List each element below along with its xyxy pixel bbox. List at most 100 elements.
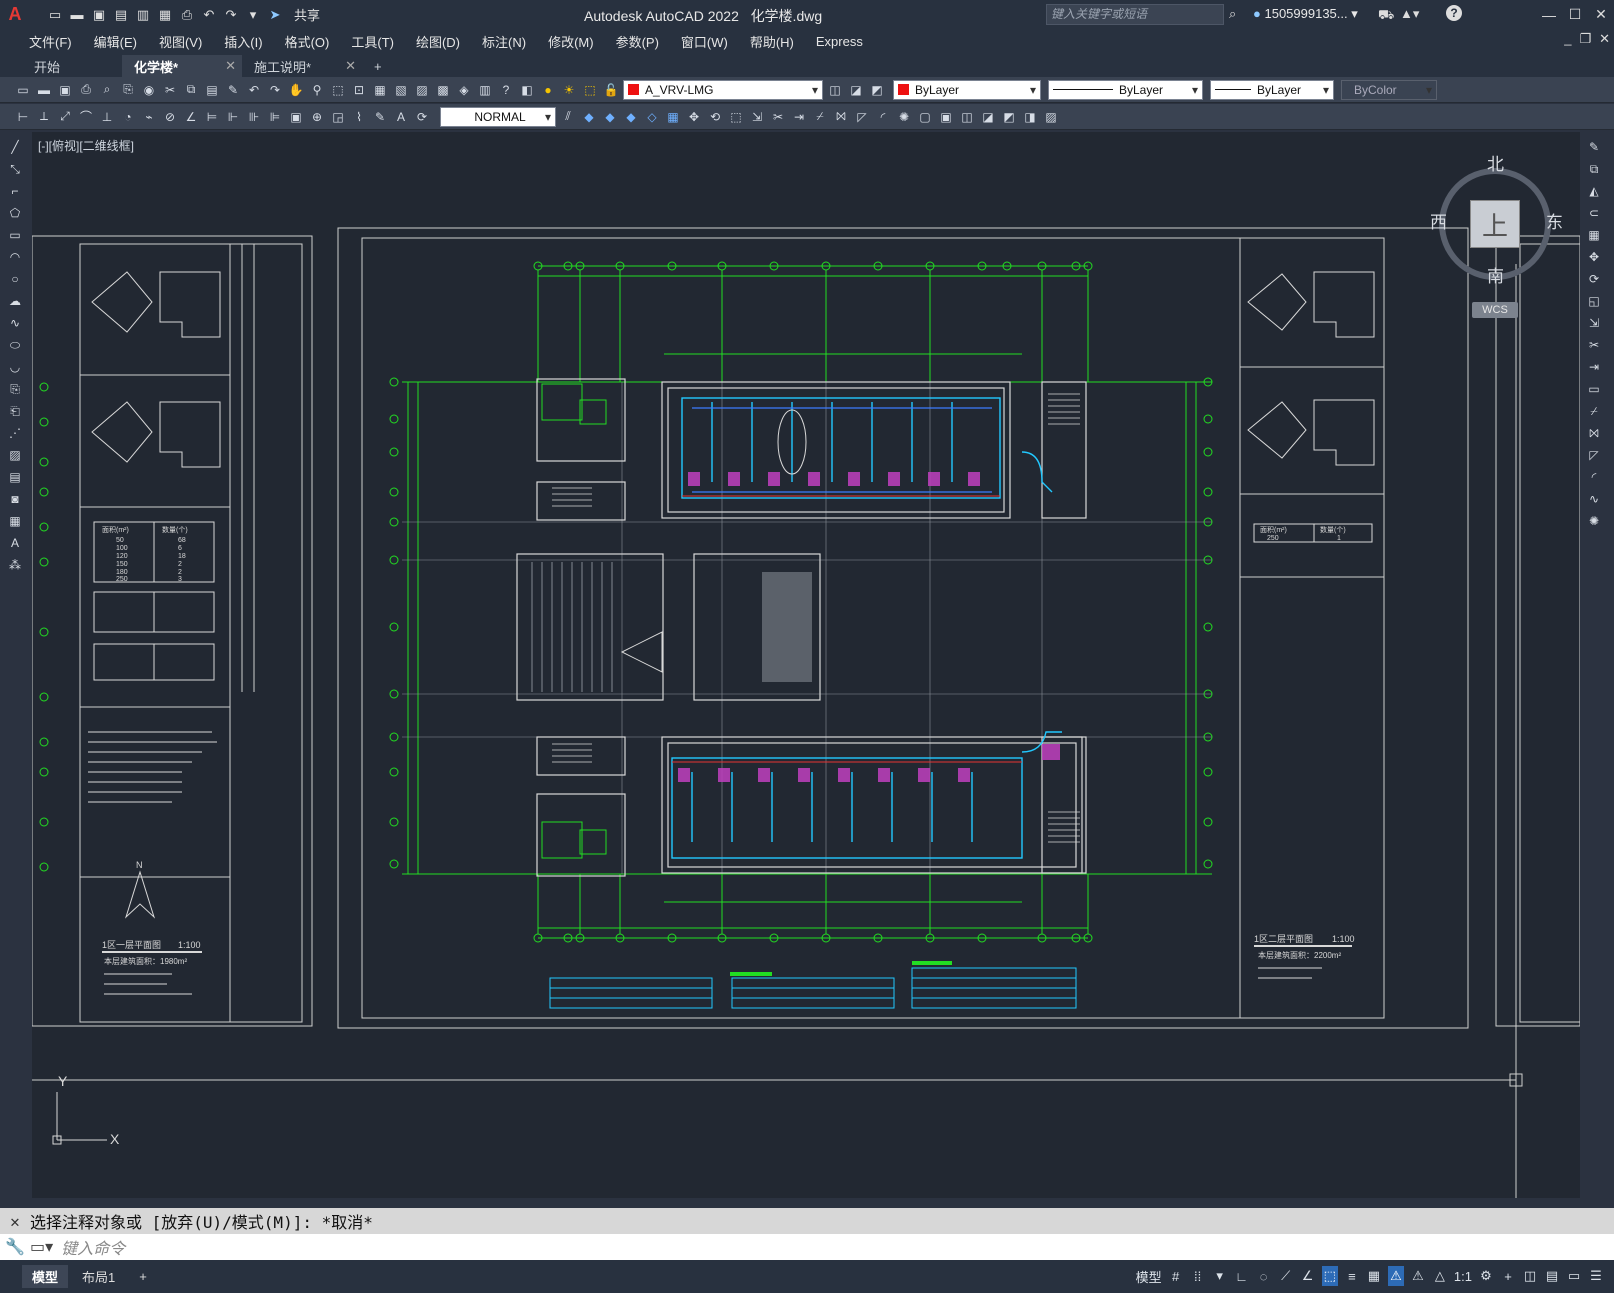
join-icon[interactable]: ⨝	[832, 108, 850, 126]
dimension-style-icon[interactable]: ⫽	[559, 108, 577, 126]
customization-icon[interactable]: ☰	[1588, 1266, 1604, 1286]
dimension-update-icon[interactable]: ⟳	[413, 108, 431, 126]
trim-icon[interactable]: ✂	[769, 108, 787, 126]
redo-icon[interactable]: ↷	[222, 6, 240, 24]
lineweight-dropdown[interactable]: ByLayer	[1210, 79, 1334, 100]
snap-icon[interactable]: ⁞⁞	[1190, 1266, 1206, 1286]
menu-edit[interactable]: 编辑(E)	[83, 32, 148, 51]
annotation-scale-value[interactable]: 1:1	[1454, 1266, 1472, 1286]
model-space-toggle[interactable]: 模型	[1136, 1266, 1162, 1286]
web-save-icon[interactable]: ▦	[156, 6, 174, 24]
drawing-canvas[interactable]: 面积(m²) 数量(个) 50 68 100 6 120 18 150 2 18…	[32, 132, 1580, 1198]
erase-icon[interactable]: ◆	[580, 108, 598, 126]
layer-on-icon[interactable]: ●	[539, 81, 557, 99]
share-icon[interactable]: ➤	[266, 6, 284, 24]
jogged-dimension-icon[interactable]: ⌁	[140, 108, 158, 126]
layer-lock-icon[interactable]: 🔓	[602, 81, 620, 99]
sheet-set-icon[interactable]: ▩	[434, 81, 452, 99]
layer-freeze-icon[interactable]: ☀	[560, 81, 578, 99]
fillet-icon[interactable]: ◜	[874, 108, 892, 126]
object-snap-icon[interactable]: ⬚	[1321, 1266, 1338, 1286]
compass-west[interactable]: 西	[1430, 208, 1447, 233]
close-tab-icon[interactable]: ✕	[345, 58, 356, 74]
copy-object-icon[interactable]: ◆	[601, 108, 619, 126]
construction-line-icon[interactable]: ⤡	[6, 160, 24, 178]
baseline-dimension-icon[interactable]: ⊨	[203, 108, 221, 126]
hatch-icon[interactable]: ▨	[1042, 108, 1060, 126]
menu-tools[interactable]: 工具(T)	[340, 32, 405, 51]
xref-icon[interactable]: ◨	[1021, 108, 1039, 126]
mirror-icon[interactable]: ◭	[1584, 182, 1604, 200]
isodraft-icon[interactable]: ⟋	[1278, 1266, 1294, 1286]
trim-icon[interactable]: ✂	[1584, 336, 1604, 354]
offset-icon[interactable]: ◇	[643, 108, 661, 126]
plot-icon[interactable]: ⎙	[178, 6, 196, 24]
publish-icon[interactable]: ⎘	[119, 81, 137, 99]
annotation-visibility-icon[interactable]: ⚠	[1387, 1266, 1404, 1286]
app-menu-button[interactable]: A	[0, 0, 30, 29]
add-selected-icon[interactable]: ⁂	[6, 556, 24, 574]
layer-dropdown[interactable]: A_VRV-LMG	[623, 79, 823, 100]
layer-viewport-icon[interactable]: ⬚	[581, 81, 599, 99]
compass-north[interactable]: 北	[1487, 150, 1504, 175]
menu-insert[interactable]: 插入(I)	[213, 32, 273, 51]
arc-length-icon[interactable]: ⌒	[77, 108, 95, 126]
menu-dimension[interactable]: 标注(N)	[471, 32, 537, 51]
make-block-icon[interactable]: ⎗	[6, 402, 24, 420]
lineweight-icon[interactable]: ≡	[1344, 1266, 1360, 1286]
autodesk-app-icon[interactable]: ▲▾	[1400, 6, 1419, 22]
design-center-icon[interactable]: ▧	[392, 81, 410, 99]
continue-dimension-icon[interactable]: ⊩	[224, 108, 242, 126]
auto-scale-icon[interactable]: ⚠	[1410, 1266, 1426, 1286]
mirror-icon[interactable]: ◆	[622, 108, 640, 126]
tolerance-icon[interactable]: ▣	[287, 108, 305, 126]
open-icon[interactable]: ▬	[68, 6, 86, 24]
customize-qat-icon[interactable]: ▾	[244, 6, 262, 24]
copy-icon[interactable]: ⧉	[182, 81, 200, 99]
menu-file[interactable]: 文件(F)	[18, 32, 83, 51]
wcs-menu[interactable]: WCS	[1472, 302, 1518, 318]
layer-properties-icon[interactable]: ◧	[518, 81, 536, 99]
jogged-linear-icon[interactable]: ⌇	[350, 108, 368, 126]
help-button[interactable]: ?	[1446, 5, 1462, 21]
rotate-icon[interactable]: ⟳	[1584, 270, 1604, 288]
color-dropdown[interactable]: ByLayer	[893, 79, 1041, 100]
command-input[interactable]: 键入命令	[61, 1235, 125, 1259]
attribute-icon[interactable]: ◩	[1000, 108, 1018, 126]
explode-icon[interactable]: ✺	[895, 108, 913, 126]
menu-view[interactable]: 视图(V)	[148, 32, 213, 51]
ungroup-icon[interactable]: ▣	[937, 108, 955, 126]
save-icon[interactable]: ▣	[56, 81, 74, 99]
stretch-icon[interactable]: ⇲	[748, 108, 766, 126]
undo-icon[interactable]: ↶	[200, 6, 218, 24]
dimension-edit-icon[interactable]: ✎	[371, 108, 389, 126]
compass-east[interactable]: 东	[1546, 208, 1563, 233]
menu-express[interactable]: Express	[805, 34, 874, 49]
redo-icon[interactable]: ↷	[266, 81, 284, 99]
command-line[interactable]: 🔧 ▭▾ 键入命令	[0, 1234, 1614, 1260]
ortho-icon[interactable]: ∟	[1234, 1266, 1250, 1286]
layer-states-icon[interactable]: ◩	[868, 81, 886, 99]
tab-start[interactable]: 开始	[22, 55, 122, 77]
array-icon[interactable]: ▦	[664, 108, 682, 126]
chamfer-icon[interactable]: ◸	[853, 108, 871, 126]
recent-commands-icon[interactable]: ▭▾	[30, 1237, 53, 1257]
object-snap-tracking-icon[interactable]: ∠	[1300, 1266, 1316, 1286]
undo-icon[interactable]: ↶	[245, 81, 263, 99]
new-icon[interactable]: ▭	[14, 81, 32, 99]
dimstyle-dropdown[interactable]: NORMAL	[440, 106, 556, 127]
inspection-icon[interactable]: ◲	[329, 108, 347, 126]
explode-icon[interactable]: ✺	[1584, 512, 1604, 530]
zoom-window-icon[interactable]: ⬚	[329, 81, 347, 99]
viewcube[interactable]: 上 北 南 西 东 WCS	[1430, 150, 1563, 330]
block-icon[interactable]: ◫	[958, 108, 976, 126]
zoom-previous-icon[interactable]: ⊡	[350, 81, 368, 99]
annotation-scale-icon[interactable]: △	[1432, 1266, 1448, 1286]
polygon-icon[interactable]: ⬠	[6, 204, 24, 222]
open-icon[interactable]: ▬	[35, 81, 53, 99]
region-icon[interactable]: ◙	[6, 490, 24, 508]
maximize-button[interactable]: ☐	[1562, 0, 1588, 29]
gradient-icon[interactable]: ▤	[6, 468, 24, 486]
clean-screen-icon[interactable]: ▭	[1566, 1266, 1582, 1286]
close-tab-icon[interactable]: ✕	[225, 58, 236, 74]
